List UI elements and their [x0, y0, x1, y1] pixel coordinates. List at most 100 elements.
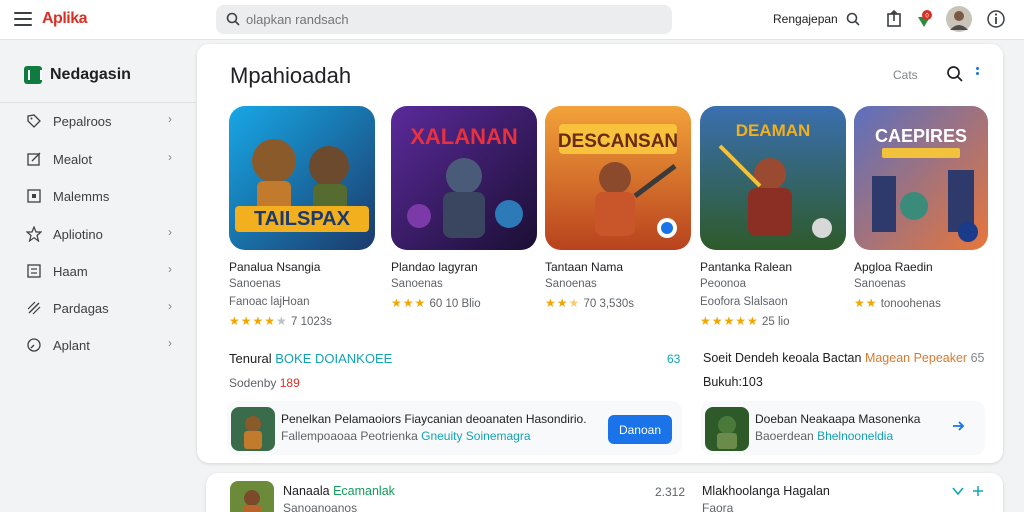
rating-stars: ★★ [854, 296, 878, 310]
promo-subtitle-text: Fallempoaoaa Peotrienka [281, 429, 418, 443]
sidebar-item-aplant[interactable]: Aplant › [0, 331, 196, 359]
svg-text:TAILSPAX: TAILSPAX [254, 208, 351, 230]
square-icon [27, 189, 41, 203]
app-name: Apgloa Raedin [854, 260, 933, 274]
cats-link[interactable]: Cats [893, 68, 918, 82]
chevron-right-icon: › [168, 336, 172, 350]
svg-text:XALANAN: XALANAN [410, 124, 518, 149]
grid-icon [27, 264, 41, 278]
app-category: Sanoenas [854, 278, 906, 290]
rating-stars: ★★★★★ [229, 314, 288, 328]
app-name: Panalua Nsangia [229, 260, 321, 274]
promo-subtitle: Baoerdean Bhelnooneldia [755, 429, 893, 443]
sidebar-item-label: Pardagas [53, 301, 109, 316]
row-heading-highlight[interactable]: Magean Pepeaker [865, 351, 967, 365]
sidebar-item-malemms[interactable]: Malemms [0, 182, 196, 210]
row-heading: Tenural BOKE DOIANKOEE [229, 351, 392, 366]
chevron-right-icon: › [168, 150, 172, 164]
avatar[interactable] [946, 6, 972, 32]
search-icon[interactable] [946, 65, 964, 83]
chevron-right-icon: › [168, 262, 172, 276]
chevron-right-icon: › [168, 225, 172, 239]
tag-icon [27, 114, 41, 128]
more-vert-icon[interactable] [976, 67, 980, 81]
promo-subtitle: Fallempoaoaa Peotrienka Gneuity Soinemag… [281, 429, 531, 443]
search-bar[interactable] [216, 5, 672, 34]
promo-subtitle-highlight: Bhelnooneldia [817, 429, 894, 443]
rating-count: 25 lio [762, 316, 790, 328]
featured-apps-card: Mpahioadah Cats TAILSPAX Panalua Nsangia… [197, 44, 1003, 463]
star-icon [26, 226, 42, 242]
sidebar-item-label: Pepalroos [53, 114, 112, 129]
app-rating: ★★★★★ 25 lio [700, 314, 790, 328]
menu-icon[interactable] [14, 12, 32, 26]
app-icon-image: TAILSPAX [229, 106, 375, 250]
row-heading: Soeit Dendeh keoala Bactan Magean Pepeak… [703, 351, 984, 365]
app-name: Plandao lagyran [391, 260, 478, 274]
svg-text:DESCANSAN: DESCANSAN [558, 131, 678, 152]
app-category: Sanoanoanos [283, 501, 358, 512]
brand-icon [24, 66, 42, 84]
section-title: Mpahioadah [230, 63, 352, 88]
app-icon-image: XALANAN [391, 106, 537, 250]
rating-stars: ★★★ [545, 296, 581, 310]
search-icon[interactable] [843, 9, 863, 29]
edit-icon [27, 152, 41, 166]
sidebar-item-label: Apliotino [53, 227, 103, 242]
secondary-subtitle: Faora [702, 501, 734, 512]
item-count: 2.312 [655, 485, 686, 499]
promo-app-icon [231, 407, 275, 451]
app-developer: Eoofora Slalsaon [700, 296, 788, 308]
search-input[interactable] [246, 9, 656, 30]
row-subtitle-text: Sodenby [229, 376, 277, 390]
open-button[interactable]: Danoan [608, 415, 672, 444]
promo-item[interactable]: Doeban Neakaapa Masonenka Baoerdean Bhel… [701, 401, 985, 455]
app-icon-image: DESCANSAN [545, 106, 691, 250]
chevron-down-icon[interactable] [951, 485, 965, 497]
row-subtitle: Sodenby 189 [229, 376, 300, 390]
secondary-title: Mlakhoolanga Hagalan [702, 484, 830, 498]
row-heading-highlight[interactable]: BOKE DOIANKOEE [275, 351, 392, 366]
sidebar-item-apliotino[interactable]: Apliotino › [0, 220, 196, 248]
divider [0, 102, 196, 103]
promo-app-icon [705, 407, 749, 451]
sidebar-item-label: Haam [53, 264, 88, 279]
top-bar: Aplika Rengajepan 0 [0, 0, 1024, 40]
bottom-list-card[interactable]: Nanaala Ecamanlak Sanoanoanos 2.312 Mlak… [206, 473, 1003, 512]
sidebar-item-pepalroos[interactable]: Pepalroos › [0, 107, 196, 135]
promo-title: Doeban Neakaapa Masonenka [755, 412, 921, 426]
arrow-right-icon[interactable] [951, 419, 965, 433]
info-icon[interactable] [986, 9, 1006, 29]
app-icon-image: CAEPIRES [854, 106, 988, 250]
rating-count: 60 10 Blio [429, 298, 481, 310]
promo-subtitle-text: Baoerdean [755, 429, 814, 443]
row-subtitle: Bukuh:103 [703, 375, 763, 389]
app-name: Pantanka Ralean [700, 260, 793, 274]
promo-title: Penelkan Pelamaoiors Fiaycanian deoanate… [281, 412, 587, 426]
notification-icon[interactable]: 0 [914, 9, 934, 29]
sidebar-item-label: Aplant [53, 338, 90, 353]
sidebar-item-mealot[interactable]: Mealot › [0, 145, 196, 173]
svg-text:CAEPIRES: CAEPIRES [875, 126, 967, 146]
share-icon[interactable] [884, 9, 904, 29]
row-heading-text: Soeit Dendeh keoala Bactan [703, 351, 862, 365]
rating-count: 70 3,530s [583, 298, 634, 310]
sidebar: Nedagasin Pepalroos › Mealot › Malemms A… [0, 41, 196, 512]
sidebar-item-label: Malemms [53, 189, 110, 204]
row-count: 63 [667, 352, 681, 366]
pencil-icon [27, 301, 41, 315]
brand-name: Nedagasin [50, 66, 131, 83]
app-logo[interactable]: Aplika [42, 10, 88, 28]
top-label[interactable]: Rengajepan [773, 12, 838, 26]
rating-count: 7 1023s [291, 316, 332, 328]
app-icon-image: DEAMAN [700, 106, 846, 250]
sidebar-item-haam[interactable]: Haam › [0, 257, 196, 285]
sidebar-item-label: Mealot [53, 152, 93, 167]
app-rating: ★★★ 60 10 Blio [391, 296, 481, 310]
sidebar-item-pardagas[interactable]: Pardagas › [0, 294, 196, 322]
app-name-text: Nanaala [283, 484, 330, 498]
pin-icon[interactable] [972, 485, 984, 497]
clock-icon [27, 338, 41, 352]
promo-item[interactable]: Penelkan Pelamaoiors Fiaycanian deoanate… [227, 401, 682, 455]
app-developer: Fanoac lajHoan [229, 296, 310, 308]
